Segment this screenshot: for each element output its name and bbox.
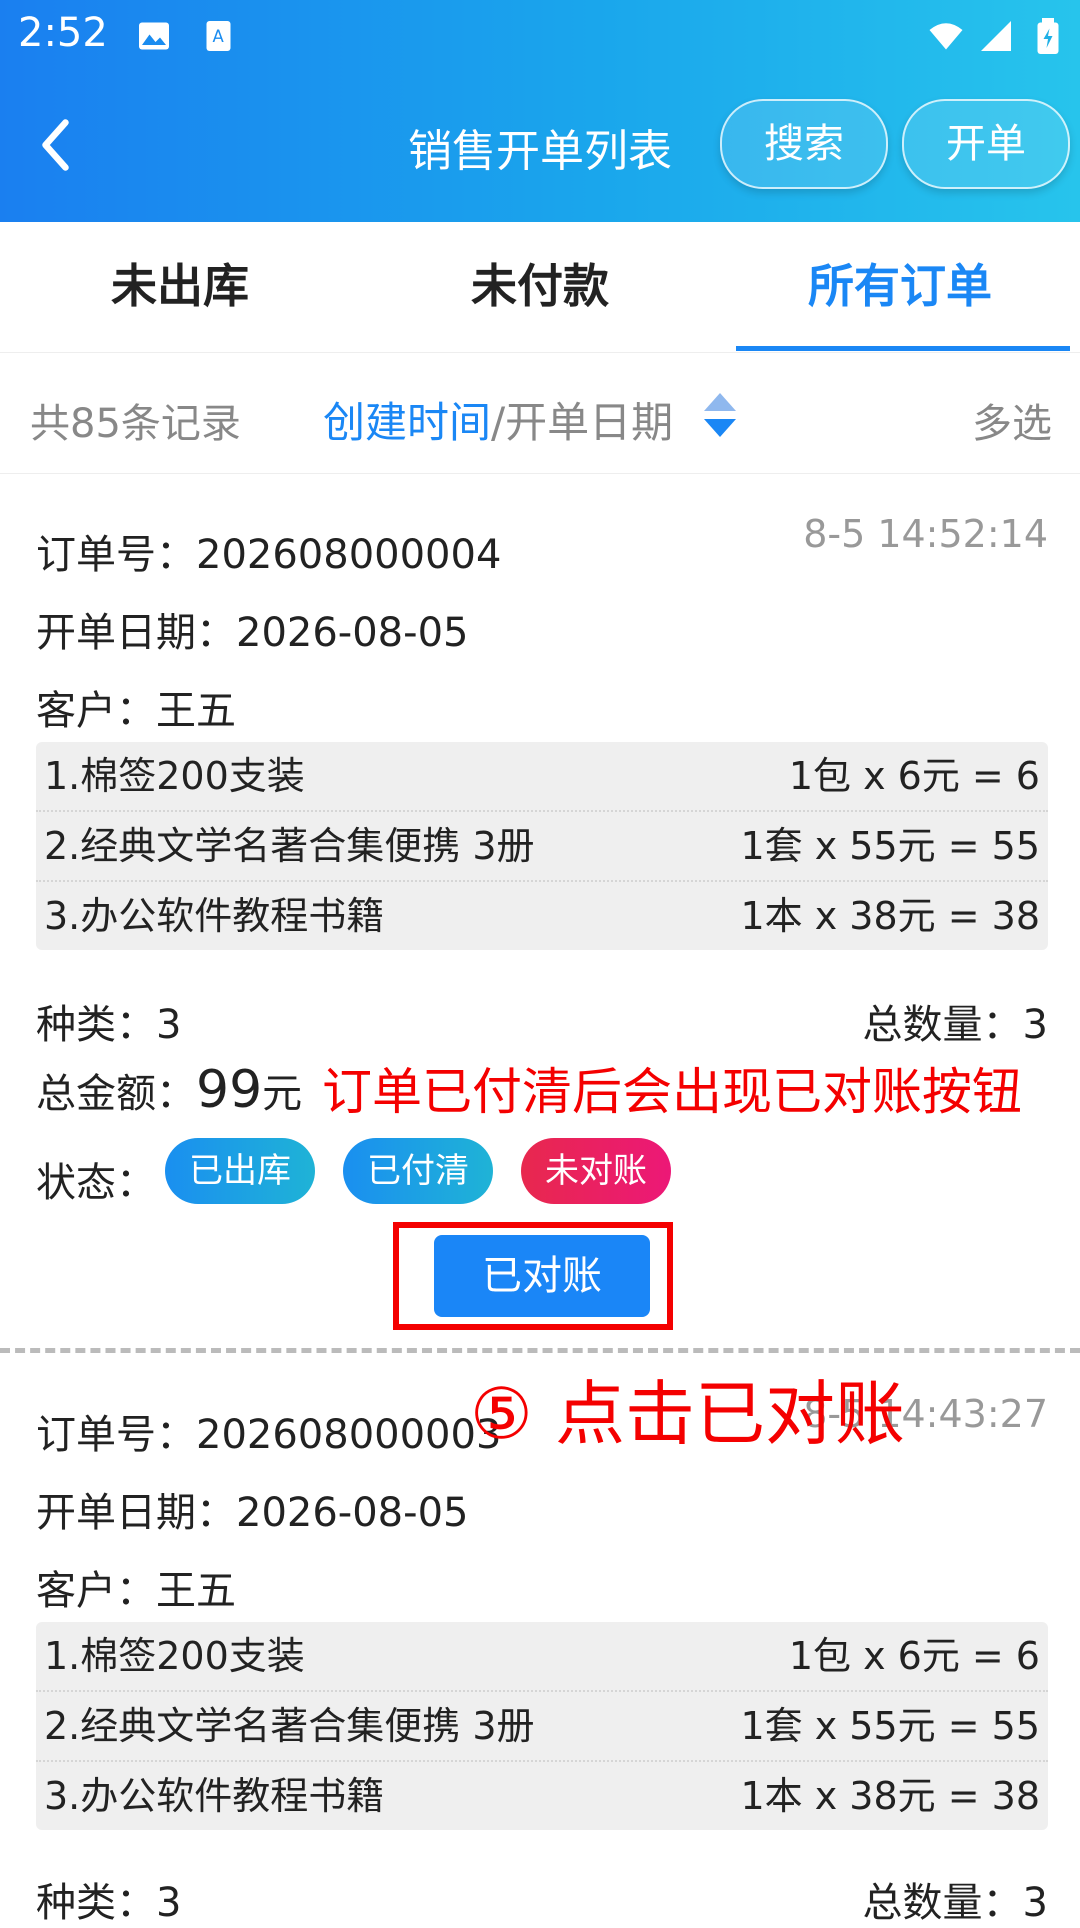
kinds-count: 种类：3 <box>36 1880 182 1926</box>
battery-icon <box>1037 18 1059 54</box>
item-subtotal: 1包 x 6元 = 6 <box>788 1634 1040 1678</box>
order-date-label: 开单日期： <box>36 1490 236 1536</box>
sort-field-toggle[interactable]: 创建时间/开单日期 <box>323 389 673 450</box>
total-amount-value: 99 <box>196 1060 263 1120</box>
total-quantity: 总数量：3 <box>862 1002 1048 1048</box>
order-number-label: 订单号： <box>36 1412 196 1458</box>
total-amount-label: 总金额： <box>36 1071 196 1117</box>
kinds-count: 种类：3 <box>36 1002 182 1048</box>
item-subtotal: 1本 x 38元 = 38 <box>740 1774 1040 1818</box>
total-quantity: 总数量：3 <box>862 1880 1048 1926</box>
item-subtotal: 1包 x 6元 = 6 <box>788 754 1040 798</box>
order-date: 2026-08-05 <box>236 610 469 656</box>
order-timestamp: 8-5 14:52:14 <box>803 512 1048 556</box>
list-item: 3.办公软件教程书籍 1本 x 38元 = 38 <box>36 880 1048 950</box>
list-item: 1.棉签200支装 1包 x 6元 = 6 <box>36 1622 1048 1690</box>
tab-not-shipped[interactable]: 未出库 <box>0 222 360 352</box>
svg-text:A: A <box>213 27 225 46</box>
nav-bar: 销售开单列表 搜索 开单 <box>0 95 1080 195</box>
app-header: 2:52 A 销售开单列表 搜索 开单 <box>0 0 1080 222</box>
order-number-row: 订单号：202608000004 <box>36 522 501 580</box>
sort-field-date[interactable]: /开单日期 <box>491 398 673 447</box>
customer-name: 王五 <box>156 1568 236 1614</box>
order-items: 1.棉签200支装 1包 x 6元 = 6 2.经典文学名著合集便携 3册 1套… <box>36 1622 1048 1830</box>
item-subtotal: 1套 x 55元 = 55 <box>740 824 1040 868</box>
record-count: 共85条记录 <box>30 401 241 447</box>
list-item: 1.棉签200支装 1包 x 6元 = 6 <box>36 742 1048 810</box>
create-order-button[interactable]: 开单 <box>902 99 1070 189</box>
customer-row: 客户：王五 <box>36 1558 236 1616</box>
status-bar: 2:52 A <box>0 0 1080 75</box>
customer-label: 客户： <box>36 688 156 734</box>
annotation-note: 订单已付清后会出现已对账按钮 <box>322 1063 1022 1121</box>
customer-row: 客户：王五 <box>36 678 236 736</box>
item-subtotal: 1套 x 55元 = 55 <box>740 1704 1040 1748</box>
order-number: 202608000003 <box>196 1412 502 1458</box>
image-icon <box>139 22 169 50</box>
item-name: 3.办公软件教程书籍 <box>44 1774 385 1818</box>
item-name: 1.棉签200支装 <box>44 754 305 798</box>
active-tab-indicator <box>736 346 1070 351</box>
sort-field-created[interactable]: 创建时间 <box>323 398 491 447</box>
order-date-label: 开单日期： <box>36 610 236 656</box>
list-item: 3.办公软件教程书籍 1本 x 38元 = 38 <box>36 1760 1048 1830</box>
list-item: 2.经典文学名著合集便携 3册 1套 x 55元 = 55 <box>36 810 1048 880</box>
translate-icon: A <box>206 21 231 51</box>
status-badge-shipped: 已出库 <box>165 1138 315 1204</box>
order-date-row: 开单日期：2026-08-05 <box>36 600 468 658</box>
reconcile-button[interactable]: 已对账 <box>434 1235 650 1317</box>
back-arrow-icon[interactable] <box>28 115 88 175</box>
order-date: 2026-08-05 <box>236 1490 469 1536</box>
order-number: 202608000004 <box>196 532 502 578</box>
order-number-label: 订单号： <box>36 532 196 578</box>
status-time: 2:52 <box>18 10 108 56</box>
customer-label: 客户： <box>36 1568 156 1614</box>
tab-all-orders[interactable]: 所有订单 <box>720 222 1080 352</box>
sort-bar: 共85条记录 创建时间/开单日期 多选 <box>0 352 1080 474</box>
customer-name: 王五 <box>156 688 236 734</box>
item-name: 1.棉签200支装 <box>44 1634 305 1678</box>
signal-icon <box>981 21 1011 51</box>
status-badge-unreconciled: 未对账 <box>521 1138 671 1204</box>
order-number-row: 订单号：202608000003 <box>36 1402 501 1460</box>
multi-select-button[interactable]: 多选 <box>972 391 1052 449</box>
item-name: 2.经典文学名著合集便携 3册 <box>44 824 535 868</box>
order-items: 1.棉签200支装 1包 x 6元 = 6 2.经典文学名著合集便携 3册 1套… <box>36 742 1048 950</box>
search-button[interactable]: 搜索 <box>720 99 888 189</box>
status-label: 状态： <box>36 1160 156 1206</box>
tab-unpaid[interactable]: 未付款 <box>360 222 720 352</box>
annotation-step: ⑤ 点击已对账 <box>470 1373 906 1455</box>
item-subtotal: 1本 x 38元 = 38 <box>740 894 1040 938</box>
wifi-icon <box>929 23 963 50</box>
item-name: 3.办公软件教程书籍 <box>44 894 385 938</box>
tab-bar: 未出库 未付款 所有订单 <box>0 222 1080 352</box>
page-title: 销售开单列表 <box>408 126 672 177</box>
total-amount-row: 总金额：99元 <box>36 1060 302 1120</box>
item-name: 2.经典文学名著合集便携 3册 <box>44 1704 535 1748</box>
order-card[interactable]: 订单号：202608000004 8-5 14:52:14 开单日期：2026-… <box>0 472 1080 1342</box>
sort-arrows-icon[interactable] <box>700 391 740 439</box>
status-badge-paid: 已付清 <box>343 1138 493 1204</box>
order-date-row: 开单日期：2026-08-05 <box>36 1480 468 1538</box>
total-amount-unit: 元 <box>262 1071 303 1117</box>
list-item: 2.经典文学名著合集便携 3册 1套 x 55元 = 55 <box>36 1690 1048 1760</box>
